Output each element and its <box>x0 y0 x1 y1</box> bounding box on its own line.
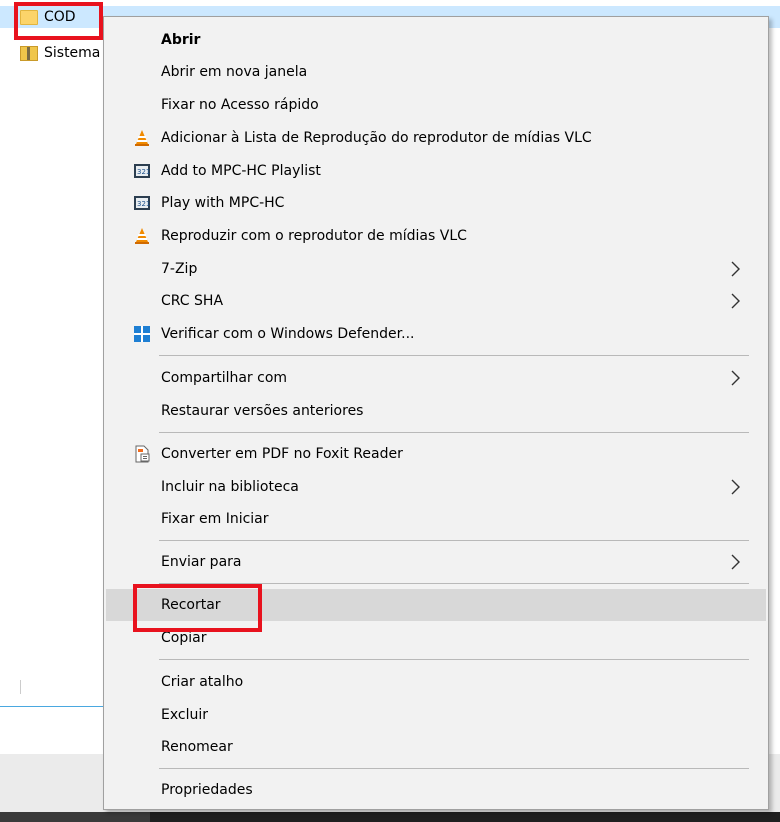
divider <box>20 680 21 694</box>
menu-item-fixar-acesso-rapido[interactable]: Fixar no Acesso rápido <box>106 89 766 121</box>
menu-item-label: Propriedades <box>161 782 253 798</box>
menu-item-abrir[interactable]: Abrir <box>106 24 766 56</box>
svg-text:321: 321 <box>137 168 150 176</box>
annotation-highlight-cod <box>14 2 103 40</box>
menu-item-label: Abrir em nova janela <box>161 64 308 80</box>
menu-item-label: Verificar com o Windows Defender... <box>161 326 415 342</box>
windows-defender-icon <box>132 324 152 344</box>
menu-item-label: 7-Zip <box>161 261 198 277</box>
menu-item-play-mpc[interactable]: 321 Play with MPC-HC <box>106 187 766 219</box>
vlc-cone-icon <box>132 128 152 148</box>
menu-item-play-vlc[interactable]: Reproduzir com o reprodutor de mídias VL… <box>106 220 766 252</box>
menu-item-label: Criar atalho <box>161 674 244 690</box>
menu-item-label: Play with MPC-HC <box>161 195 285 211</box>
chevron-right-icon <box>731 370 740 386</box>
menu-item-label: CRC SHA <box>161 293 224 309</box>
annotation-highlight-recortar <box>133 584 262 632</box>
foxit-pdf-icon <box>132 444 152 464</box>
chevron-right-icon <box>731 479 740 495</box>
mpc-hc-icon: 321 <box>132 193 152 213</box>
menu-separator <box>159 768 749 769</box>
svg-text:321: 321 <box>137 200 150 208</box>
file-item-label: Sistema <box>44 45 101 61</box>
menu-item-propriedades[interactable]: Propriedades <box>106 774 766 806</box>
menu-item-label: Fixar em Iniciar <box>161 511 269 527</box>
mpc-hc-icon: 321 <box>132 161 152 181</box>
menu-item-windows-defender[interactable]: Verificar com o Windows Defender... <box>106 318 766 350</box>
context-menu: Abrir Abrir em nova janela Fixar no Aces… <box>103 16 769 810</box>
menu-item-add-mpc-playlist[interactable]: 321 Add to MPC-HC Playlist <box>106 155 766 187</box>
menu-item-crc-sha[interactable]: CRC SHA <box>106 285 766 317</box>
menu-item-label: Add to MPC-HC Playlist <box>161 163 321 179</box>
taskbar <box>0 812 780 822</box>
chevron-right-icon <box>731 261 740 277</box>
menu-item-label: Restaurar versões anteriores <box>161 403 364 419</box>
chevron-right-icon <box>731 293 740 309</box>
menu-item-label: Excluir <box>161 707 208 723</box>
menu-item-label: Copiar <box>161 630 207 646</box>
menu-separator <box>159 659 749 660</box>
menu-item-renomear[interactable]: Renomear <box>106 731 766 763</box>
menu-item-incluir-biblioteca[interactable]: Incluir na biblioteca <box>106 471 766 503</box>
menu-item-label: Compartilhar com <box>161 370 288 386</box>
menu-item-label: Adicionar à Lista de Reprodução do repro… <box>161 130 592 146</box>
menu-item-fixar-iniciar[interactable]: Fixar em Iniciar <box>106 503 766 535</box>
menu-item-excluir[interactable]: Excluir <box>106 699 766 731</box>
menu-item-criar-atalho[interactable]: Criar atalho <box>106 666 766 698</box>
menu-item-label: Fixar no Acesso rápido <box>161 97 319 113</box>
menu-item-label: Incluir na biblioteca <box>161 479 299 495</box>
zip-folder-icon <box>20 45 38 61</box>
menu-item-foxit-pdf[interactable]: Converter em PDF no Foxit Reader <box>106 438 766 470</box>
menu-item-enviar-para[interactable]: Enviar para <box>106 546 766 578</box>
menu-item-7zip[interactable]: 7-Zip <box>106 253 766 285</box>
menu-item-label: Converter em PDF no Foxit Reader <box>161 446 403 462</box>
file-item-sistema[interactable]: Sistema <box>0 42 100 64</box>
menu-item-label: Renomear <box>161 739 233 755</box>
menu-item-label: Abrir <box>161 32 201 48</box>
menu-separator <box>159 432 749 433</box>
menu-item-label: Enviar para <box>161 554 242 570</box>
vlc-cone-icon <box>132 226 152 246</box>
menu-item-restaurar-versoes[interactable]: Restaurar versões anteriores <box>106 395 766 427</box>
menu-item-abrir-nova-janela[interactable]: Abrir em nova janela <box>106 56 766 88</box>
menu-item-label: Reproduzir com o reprodutor de mídias VL… <box>161 228 467 244</box>
chevron-right-icon <box>731 554 740 570</box>
menu-item-vlc-playlist[interactable]: Adicionar à Lista de Reprodução do repro… <box>106 122 766 154</box>
menu-separator <box>159 355 749 356</box>
divider <box>0 706 120 707</box>
menu-item-compartilhar[interactable]: Compartilhar com <box>106 362 766 394</box>
menu-separator <box>159 540 749 541</box>
